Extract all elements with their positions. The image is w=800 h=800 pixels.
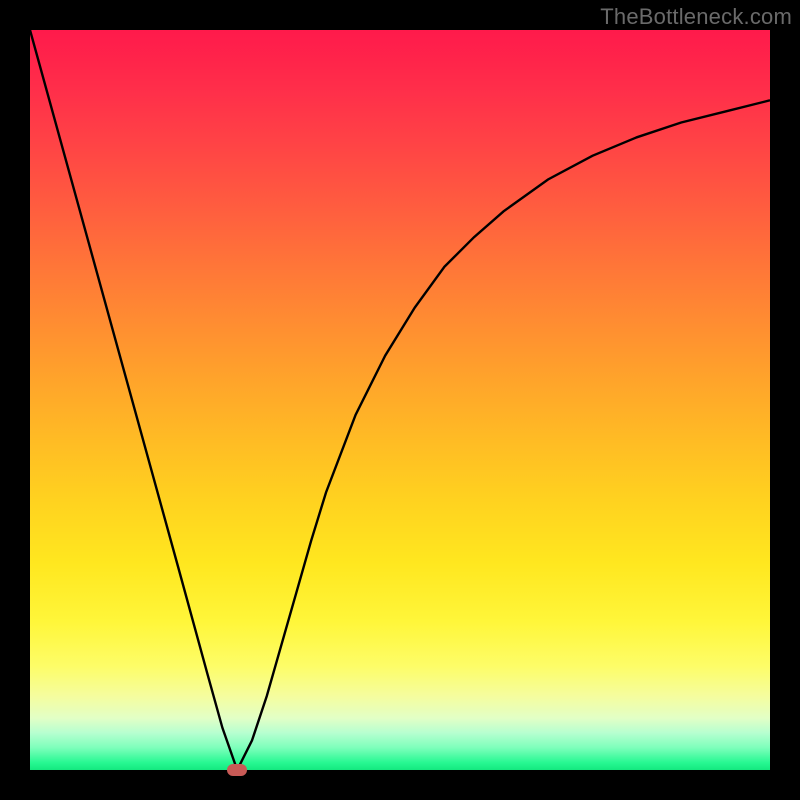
plot-area xyxy=(30,30,770,770)
curve-svg xyxy=(30,30,770,770)
watermark-text: TheBottleneck.com xyxy=(600,4,792,30)
chart-frame: TheBottleneck.com xyxy=(0,0,800,800)
bottleneck-curve xyxy=(30,30,770,770)
min-marker xyxy=(227,764,247,776)
